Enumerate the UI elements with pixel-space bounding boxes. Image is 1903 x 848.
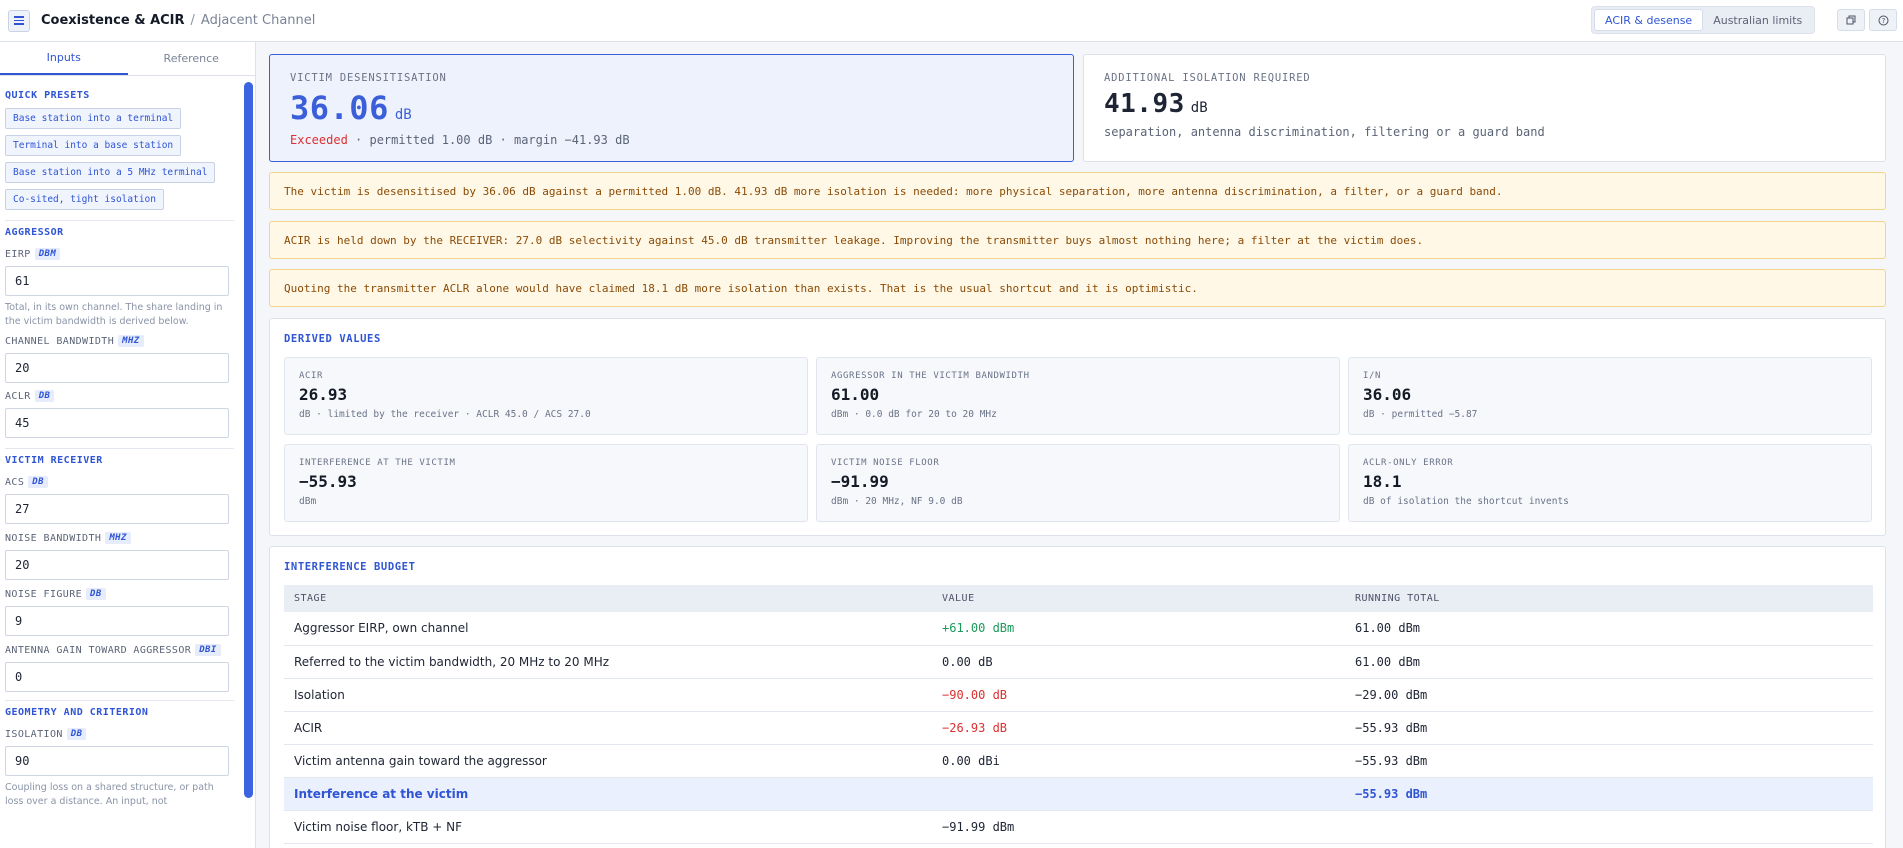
isolation-help: Coupling loss on a shared structure, or …	[5, 782, 214, 807]
isolation-required-value: 41.93	[1104, 89, 1185, 119]
isolation-input[interactable]: 90	[5, 746, 229, 776]
unit-badge: MHZ	[105, 532, 131, 544]
scrollbar-thumb[interactable]	[244, 82, 253, 798]
acs-label: ACS DB	[5, 476, 234, 488]
desense-card: VICTIM DESENSITISATION 36.06 dB Exceeded…	[269, 54, 1074, 162]
desense-unit: dB	[394, 107, 412, 123]
unit-badge: DBM	[34, 248, 61, 260]
derived-interference: INTERFERENCE AT THE VICTIM −55.93 dBm	[284, 444, 808, 522]
victim-title: VICTIM RECEIVER	[5, 448, 234, 466]
isolation-label: ISOLATION DB	[5, 728, 234, 740]
app-title: Coexistence & ACIR	[41, 13, 185, 28]
help-icon[interactable]: ?	[1869, 9, 1897, 31]
table-row: Isolation −90.00 dB −29.00 dBm	[284, 678, 1873, 712]
derived-noise-floor: VICTIM NOISE FLOOR −91.99 dBm · 20 MHz, NF…	[816, 444, 1340, 522]
status-badge: Exceeded	[290, 133, 348, 147]
table-row: Aggressor EIRP, own channel +61.00 dBm 61.…	[284, 612, 1873, 646]
noise-bandwidth-input[interactable]: 20	[5, 550, 229, 580]
isolation-required-detail: separation, antenna discrimination, filt…	[1104, 125, 1545, 139]
derived-aggressor-in-victim-bw: AGGRESSOR IN THE VICTIM BANDWIDTH 61.00 dB…	[816, 357, 1340, 435]
unit-badge: DB	[28, 476, 48, 488]
desense-value: 36.06	[290, 89, 389, 127]
view-australian-limits[interactable]: Australian limits	[1703, 9, 1812, 31]
top-bar: Coexistence & ACIR / Adjacent Channel AC…	[0, 0, 1903, 42]
table-header: STAGE VALUE RUNNING TOTAL	[284, 585, 1873, 612]
breadcrumb[interactable]: Adjacent Channel	[201, 13, 315, 28]
alert-aclr: Quoting the transmitter ACLR alone would…	[269, 269, 1886, 307]
isolation-required-unit: dB	[1190, 100, 1208, 116]
aclr-label: ACLR DB	[5, 390, 234, 402]
unit-badge: DB	[34, 390, 55, 402]
table-row: Victim antenna gain toward the aggressor…	[284, 744, 1873, 778]
copy-icon[interactable]	[1837, 9, 1865, 31]
aclr-input[interactable]: 45	[5, 408, 229, 438]
interference-budget-panel: INTERFERENCE BUDGET STAGE VALUE RUNNING …	[269, 546, 1886, 848]
unit-badge: MHZ	[118, 335, 144, 347]
svg-text:?: ?	[1881, 17, 1885, 25]
derived-i-over-n: I/N 36.06 dB · permitted −5.87	[1348, 357, 1872, 435]
derived-acir: ACIR 26.93 dB · limited by the receiver · …	[284, 357, 808, 435]
isolation-value-row: 41.93 dB	[1104, 89, 1865, 119]
desense-value-row: 36.06 dB	[290, 89, 1053, 127]
alert-acir: ACIR is held down by the RECEIVER: 27.0 …	[269, 221, 1886, 259]
acs-input[interactable]: 27	[5, 494, 229, 524]
preset-list: Base station into a terminal Terminal in…	[5, 108, 234, 210]
derived-values-panel: DERIVED VALUES ACIR 26.93 dB · limited by …	[269, 318, 1886, 536]
eirp-input[interactable]: 61	[5, 266, 229, 296]
tab-reference[interactable]: Reference	[128, 42, 256, 75]
eirp-label: EIRP DBM	[5, 248, 234, 260]
isolation-card: ADDITIONAL ISOLATION REQUIRED 41.93 dB s…	[1083, 54, 1886, 162]
budget-table: STAGE VALUE RUNNING TOTAL Aggressor EIRP…	[284, 585, 1873, 844]
noise-figure-input[interactable]: 9	[5, 606, 229, 636]
unit-badge: DB	[66, 728, 87, 740]
noise-bandwidth-label: NOISE BANDWIDTH MHZ	[5, 532, 234, 544]
preset-button[interactable]: Base station into a terminal	[5, 108, 182, 129]
table-row: ACIR −26.93 dB −55.93 dBm	[284, 711, 1873, 745]
derived-grid: ACIR 26.93 dB · limited by the receiver · …	[284, 357, 1872, 522]
view-acir-desense[interactable]: ACIR & desense	[1594, 9, 1704, 31]
column-header: VALUE	[932, 585, 1345, 612]
budget-title: INTERFERENCE BUDGET	[284, 561, 416, 573]
desense-label: VICTIM DESENSITISATION	[290, 72, 447, 84]
noise-figure-label: NOISE FIGURE DB	[5, 588, 234, 600]
table-row-highlight: Interference at the victim −55.93 dBm	[284, 777, 1873, 811]
derived-aclr-only-error: ACLR-ONLY ERROR 18.1 dB of isolation the s…	[1348, 444, 1872, 522]
geometry-title: GEOMETRY AND CRITERION	[5, 700, 234, 718]
view-switch: ACIR & desense Australian limits	[1591, 6, 1816, 34]
table-row: Victim noise floor, kTB + NF −91.99 dBm	[284, 810, 1873, 844]
antenna-gain-input[interactable]: 0	[5, 662, 229, 692]
channel-bandwidth-label: CHANNEL BANDWIDTH MHZ	[5, 335, 234, 347]
unit-badge: DBI	[195, 644, 221, 656]
preset-button[interactable]: Co-sited, tight isolation	[5, 189, 164, 210]
unit-badge: DB	[86, 588, 106, 600]
antenna-gain-label: ANTENNA GAIN TOWARD AGGRESSOR DBI	[5, 644, 234, 656]
eirp-help: Total, in its own channel. The share lan…	[5, 302, 223, 327]
channel-bandwidth-input[interactable]: 20	[5, 353, 229, 383]
column-header: STAGE	[284, 585, 932, 612]
desense-detail: Exceeded · permitted 1.00 dB · margin −4…	[290, 133, 630, 147]
derived-title: DERIVED VALUES	[284, 333, 381, 345]
tab-inputs[interactable]: Inputs	[0, 42, 128, 75]
menu-icon[interactable]	[8, 9, 30, 32]
breadcrumb-separator: /	[190, 13, 195, 28]
presets-title: QUICK PRESETS	[5, 90, 90, 101]
aggressor-title: AGGRESSOR	[5, 220, 234, 238]
preset-button[interactable]: Terminal into a base station	[5, 135, 182, 156]
sidebar-tabs: Inputs Reference	[0, 42, 255, 76]
table-row: Referred to the victim bandwidth, 20 MHz…	[284, 645, 1873, 679]
sidebar-scrollbar[interactable]	[244, 82, 253, 842]
sidebar: Inputs Reference QUICK PRESETS Base stat…	[0, 42, 256, 848]
preset-button[interactable]: Base station into a 5 MHz terminal	[5, 162, 216, 183]
alert-desense: The victim is desensitised by 36.06 dB a…	[269, 172, 1886, 210]
column-header: RUNNING TOTAL	[1345, 585, 1873, 612]
isolation-required-label: ADDITIONAL ISOLATION REQUIRED	[1104, 72, 1311, 84]
